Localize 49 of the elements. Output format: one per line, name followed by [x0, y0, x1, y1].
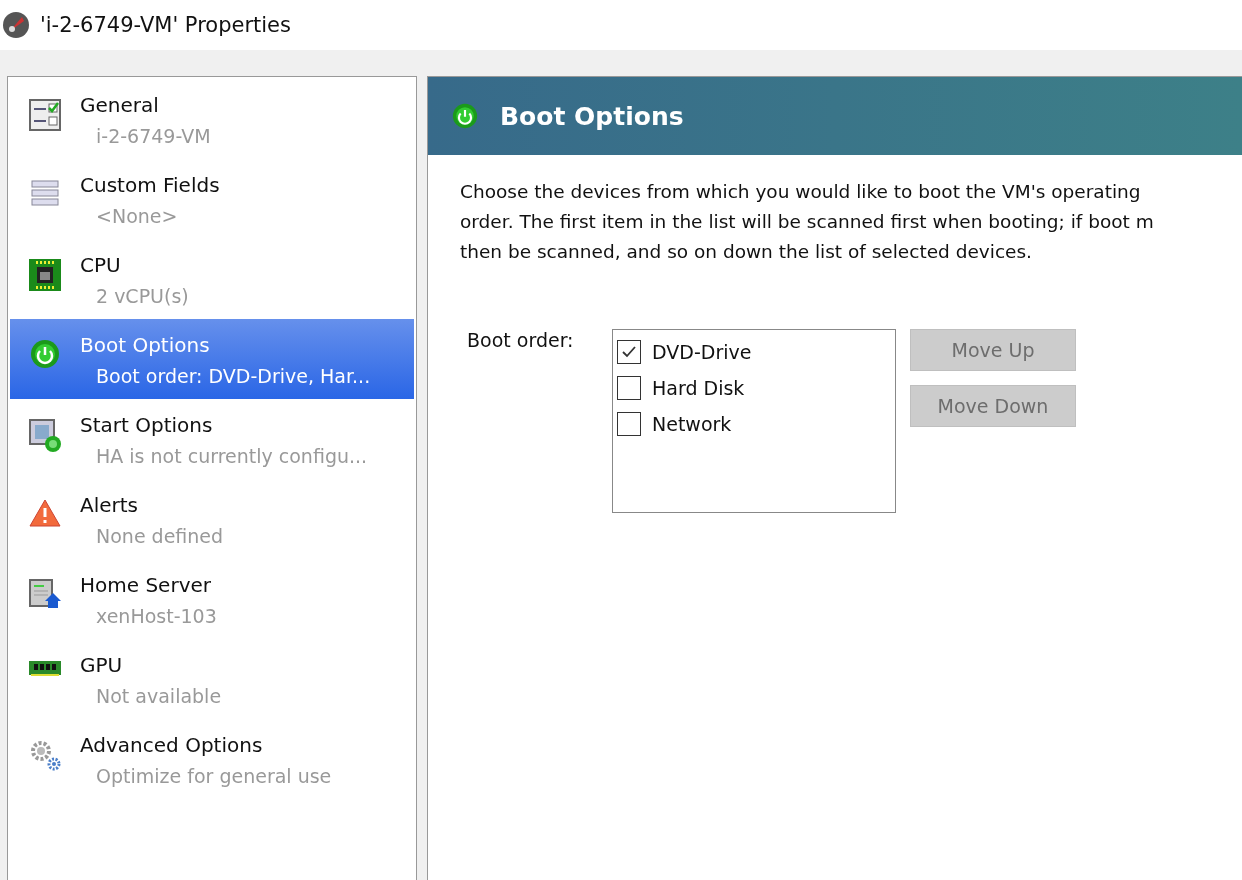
item-detail: xenHost-103 — [95, 604, 217, 629]
warning-icon — [29, 499, 61, 527]
item-detail: Not available — [95, 684, 222, 709]
sidebar-item[interactable]: Alerts None defined — [10, 479, 414, 559]
sidebar-item[interactable]: Start Options HA is not currently configu... — [10, 399, 414, 479]
item-detail: <None> — [95, 204, 179, 229]
item-detail: 2 vCPU(s) — [95, 284, 189, 309]
checklist-icon — [29, 99, 61, 131]
item-label: Boot Options — [80, 332, 211, 359]
chip-icon — [29, 259, 61, 291]
item-detail: i-2-6749-VM — [95, 124, 211, 149]
item-detail: HA is not currently configu... — [95, 444, 368, 469]
server-house-icon — [28, 579, 62, 609]
checkbox[interactable] — [617, 412, 641, 436]
app-icon — [2, 11, 30, 39]
sidebar-item[interactable]: Boot Options Boot order: DVD-Drive, Har... — [10, 319, 414, 399]
item-label: Alerts — [80, 492, 140, 519]
item-label: Custom Fields — [80, 172, 220, 199]
item-detail: None defined — [95, 524, 224, 549]
sidebar-item[interactable]: Home Server xenHost-103 — [10, 559, 414, 639]
item-label: CPU — [80, 252, 122, 279]
item-label: GPU — [80, 652, 124, 679]
item-detail: Boot order: DVD-Drive, Har... — [95, 364, 371, 389]
panel-title: Boot Options — [500, 101, 684, 131]
checkbox[interactable] — [617, 376, 641, 400]
checkbox[interactable] — [617, 340, 641, 364]
sidebar-item[interactable]: Advanced Options Optimize for general use — [10, 719, 414, 799]
sidebar-item[interactable]: GPU Not available — [10, 639, 414, 719]
device-label[interactable]: DVD-Drive — [652, 341, 752, 363]
item-detail: Optimize for general use — [95, 764, 332, 789]
description-line: Choose the devices from which you would like to boot the VM's operating — [460, 180, 1142, 204]
item-label: Start Options — [80, 412, 214, 439]
item-label: Advanced Options — [80, 732, 264, 759]
power-icon — [452, 103, 478, 129]
boot-order-label: Boot order: — [466, 329, 575, 353]
item-label: General — [80, 92, 160, 119]
device-label[interactable]: Hard Disk — [652, 377, 745, 399]
list-icon — [30, 179, 60, 207]
sidebar-item[interactable]: CPU 2 vCPU(s) — [10, 239, 414, 319]
power-icon — [30, 339, 60, 369]
sidebar-item[interactable]: Custom Fields <None> — [10, 159, 414, 239]
item-label: Home Server — [80, 572, 212, 599]
description-line: order. The first item in the list will be scanned first when booting; if boot m — [460, 210, 1155, 234]
device-label[interactable]: Network — [652, 413, 732, 435]
memory-card-icon — [29, 659, 61, 677]
sidebar-item[interactable]: General i-2-6749-VM — [10, 79, 414, 159]
gears-icon — [29, 739, 61, 771]
description-line: then be scanned, and so on down the list of selected devices. — [460, 240, 1033, 264]
window-title: 'i-2-6749-VM' Properties — [40, 13, 291, 37]
